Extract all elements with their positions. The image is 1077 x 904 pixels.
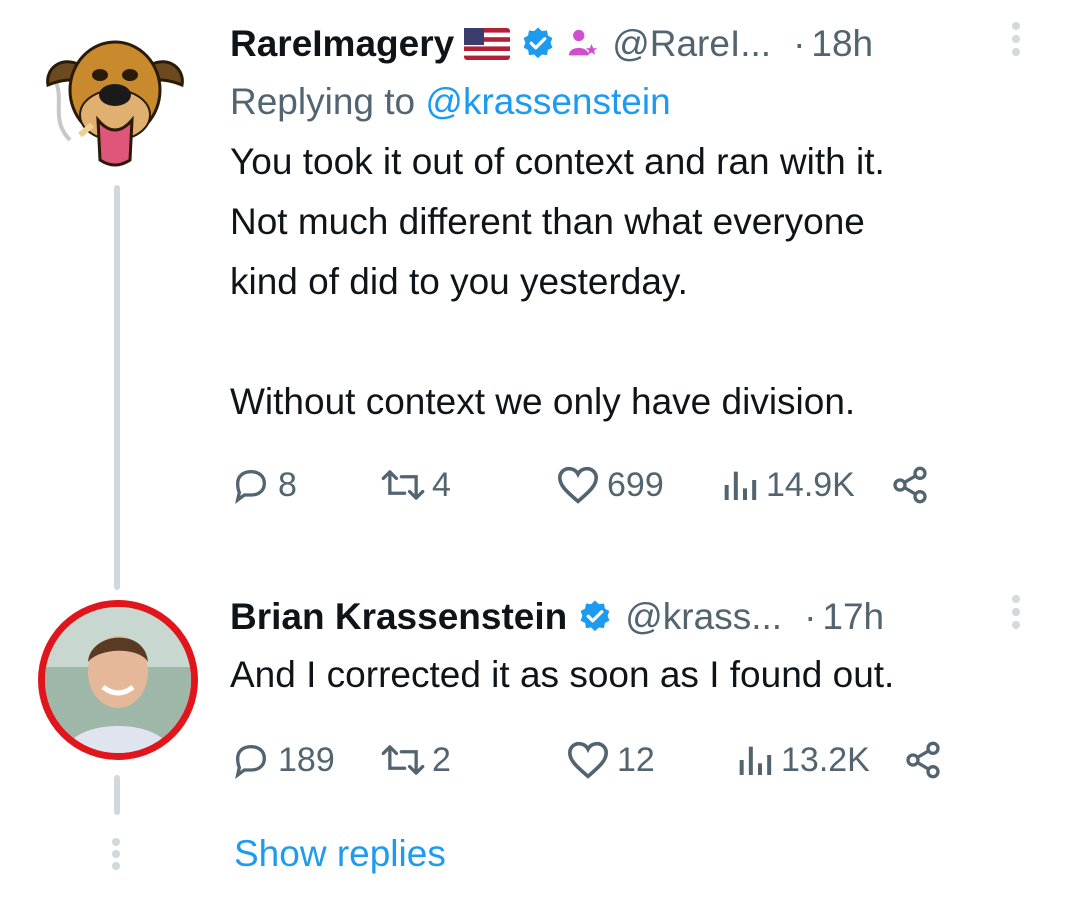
share-icon [893,466,927,504]
avatar[interactable] [38,600,198,760]
author-name[interactable]: RareImagery [230,23,454,65]
show-replies-link[interactable]: Show replies [234,833,446,875]
reply-count: 8 [278,465,297,504]
tweet-header: RareImagery @RareI... · 18h [230,18,1050,70]
tweet-text-line: Not much different than what everyone [230,201,865,242]
timestamp[interactable]: 17h [822,596,884,638]
author-name[interactable]: Brian Krassenstein [230,596,567,638]
like-count: 12 [617,740,655,779]
tweet-text-line: You took it out of context and ran with … [230,141,885,182]
reply-icon [235,744,267,780]
views-count: 13.2K [781,740,870,779]
author-handle[interactable]: @RareI... [612,23,771,65]
retweet-count: 4 [432,465,451,504]
tweet[interactable]: RareImagery @RareI... · 18h Replying to … [230,18,1050,510]
retweet-button[interactable]: 2 [380,740,565,780]
thread-continuation-dots [112,838,120,870]
reply-button[interactable]: 8 [230,465,380,505]
timestamp[interactable]: 18h [811,23,873,65]
tweet-text: And I corrected it as soon as I found ou… [230,645,1050,705]
tweet-text-line: kind of did to you yesterday. [230,261,688,302]
heart-icon [567,741,609,779]
retweet-icon [381,470,425,500]
tweet-header: Brian Krassenstein @krass... · 17h [230,591,1050,643]
views-button[interactable]: 14.9K [720,465,890,505]
avatar[interactable] [40,20,190,180]
retweet-count: 2 [432,740,451,779]
replying-to: Replying to @krassenstein [230,76,1050,128]
thread-line [114,185,120,590]
share-button[interactable] [890,465,930,505]
views-count: 14.9K [766,465,855,504]
retweet-button[interactable]: 4 [380,465,555,505]
heart-icon [557,466,599,504]
action-bar: 8 4 699 14.9K [230,460,1050,510]
retweet-icon [381,745,425,775]
verified-badge-icon[interactable] [577,599,613,635]
tweet-text-line: Without context we only have division. [230,381,856,422]
separator: · [804,596,817,637]
us-flag-icon [464,28,511,60]
like-button[interactable]: 12 [565,740,735,780]
tweet-text: You took it out of context and ran with … [230,132,1050,432]
thread-line [114,775,120,815]
tweet-text-line [230,312,1050,372]
like-button[interactable]: 699 [555,465,720,505]
dog-cartoon-icon [46,40,184,167]
reply-button[interactable]: 189 [230,740,380,780]
views-button[interactable]: 13.2K [735,740,903,780]
more-options-icon[interactable] [1012,595,1020,629]
share-button[interactable] [903,740,943,780]
replying-prefix: Replying to [230,81,416,122]
views-icon [724,471,757,500]
reply-icon [235,469,267,505]
tweet[interactable]: Brian Krassenstein @krass... · 17h And I… [230,591,1050,785]
share-icon [906,741,940,779]
like-count: 699 [607,465,664,504]
views-icon [739,746,772,775]
verified-badge-icon[interactable] [520,26,556,62]
author-handle[interactable]: @krass... [625,596,782,638]
profile-photo [45,607,191,753]
mention-link[interactable]: @krassenstein [425,81,670,122]
tweet-text-line: And I corrected it as soon as I found ou… [230,654,895,695]
more-options-icon[interactable] [1012,22,1020,56]
person-star-icon [566,27,600,61]
separator: · [793,23,806,64]
reply-count: 189 [278,740,335,779]
action-bar: 189 2 12 13.2K [230,735,1050,785]
